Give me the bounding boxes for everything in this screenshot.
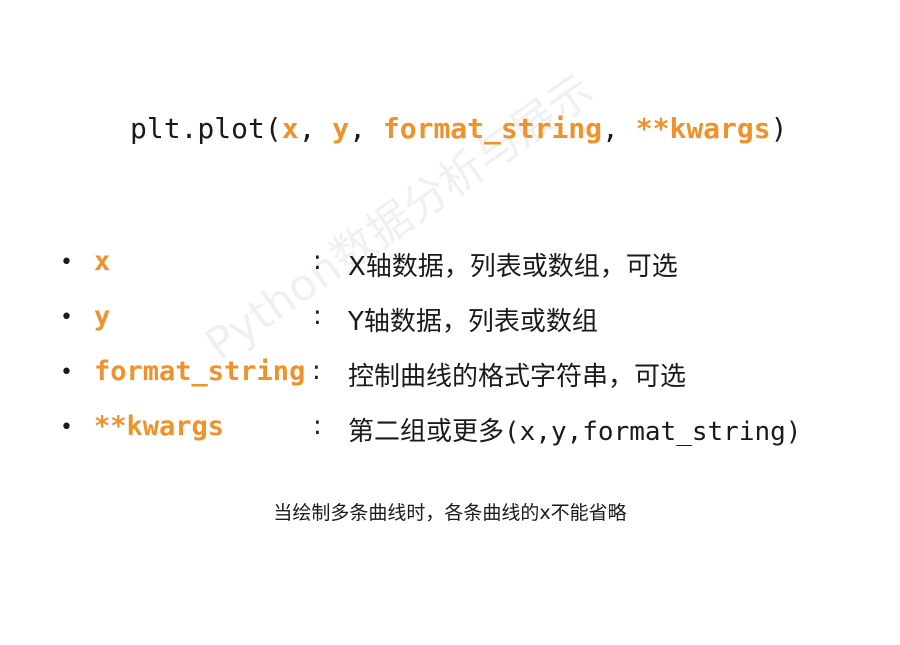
bullet: • [60,250,73,275]
signature-sep: , [349,112,383,145]
desc-code: (x,y,format_string) [504,417,802,447]
desc-text: X轴数据，列表或数组，可选 [348,252,678,282]
bullet: • [60,415,73,440]
signature-prefix: plt.plot( [130,112,282,145]
desc-text: Y轴数据，列表或数组 [348,307,598,337]
desc-text: 控制曲线的格式字符串，可选 [348,362,687,392]
param-name: y [94,301,111,332]
signature-arg-kwargs: **kwargs [635,112,771,145]
footnote: 当绘制多条曲线时，各条曲线的x不能省略 [273,502,627,524]
desc-text: 第二组或更多 [348,417,505,447]
colon: : [313,411,322,441]
param-description: 第二组或更多(x,y,format_string) [348,411,801,448]
signature-sep: , [602,112,636,145]
bullet: • [60,305,73,330]
signature-suffix: ) [770,112,788,145]
param-description: X轴数据，列表或数组，可选 [348,246,678,283]
param-name: x [94,246,111,277]
signature-arg-y: y [332,112,350,145]
param-description: Y轴数据，列表或数组 [348,301,598,338]
param-name: format_string [94,356,306,387]
param-description: 控制曲线的格式字符串，可选 [348,356,686,393]
bullet: • [60,360,73,385]
function-signature: plt.plot(x, y, format_string, **kwargs) [130,112,787,145]
signature-arg-x: x [281,112,299,145]
colon: : [313,246,322,276]
signature-arg-format: format_string [382,112,603,145]
signature-sep: , [298,112,333,145]
colon: : [313,301,322,331]
param-name: **kwargs [94,411,225,442]
colon: : [312,356,321,386]
